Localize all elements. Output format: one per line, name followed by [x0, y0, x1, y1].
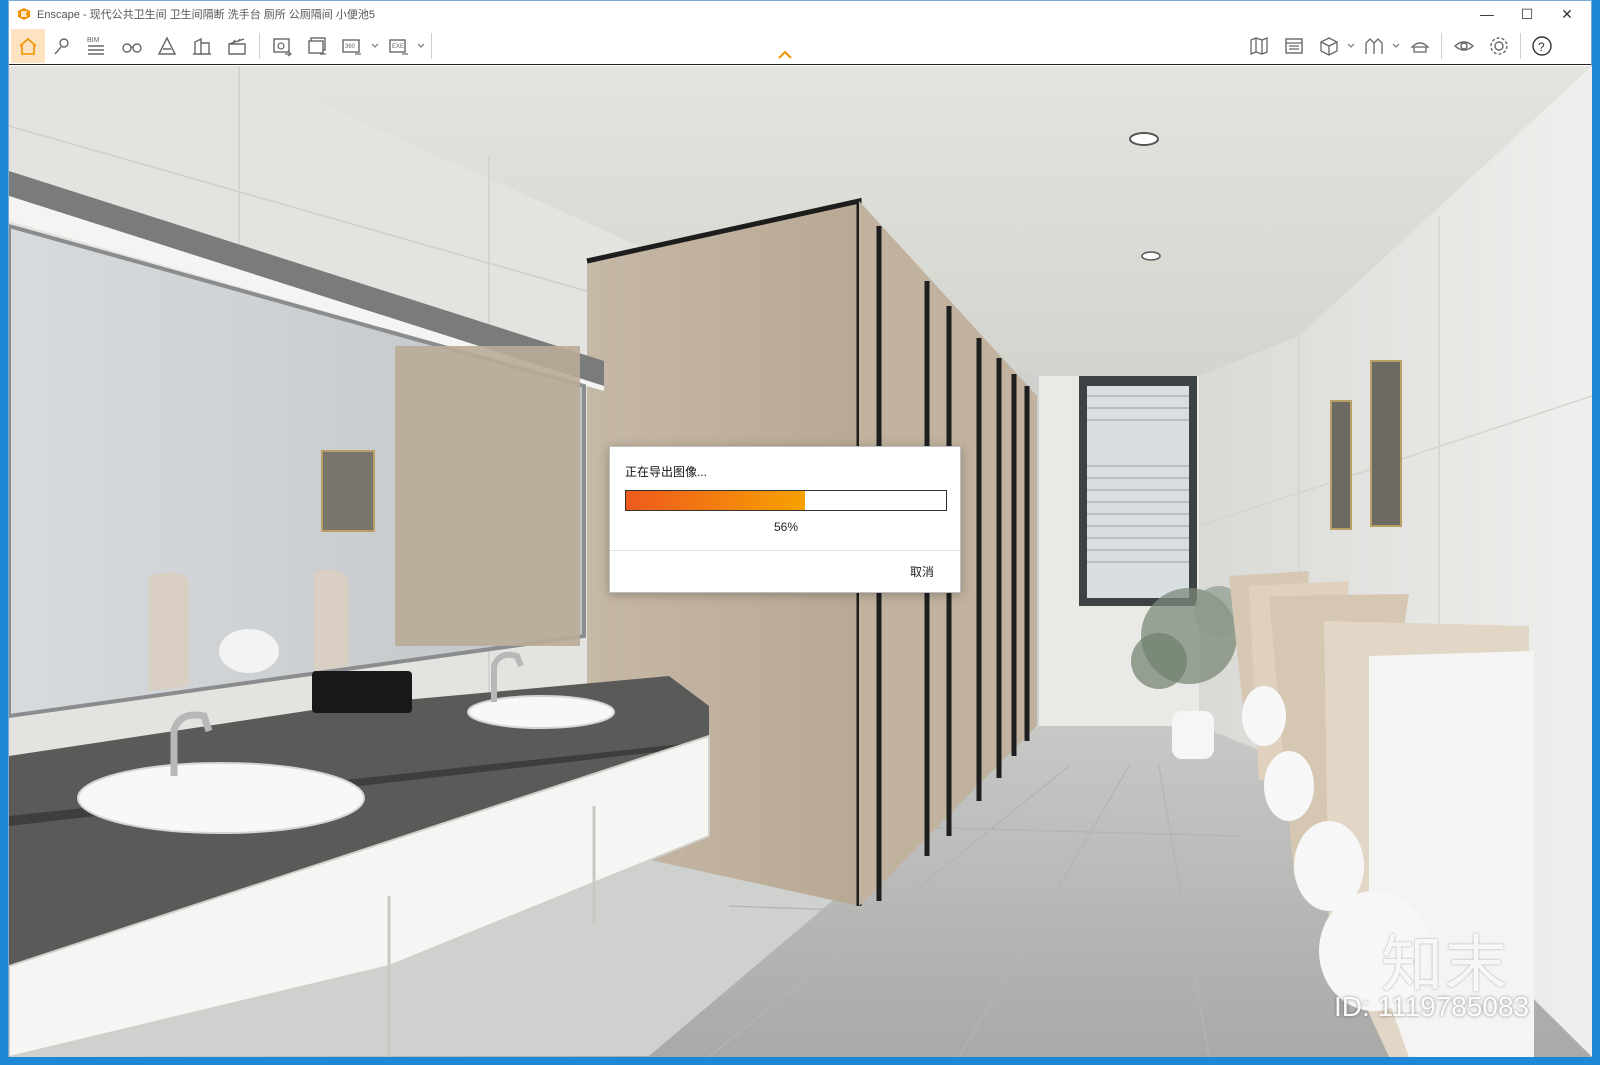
toolbar: BIM 360 EXE ?: [9, 27, 1591, 65]
toolbar-separator: [431, 33, 432, 59]
eye-icon: [1453, 41, 1475, 51]
map-button[interactable]: [1244, 31, 1274, 61]
export-exe-icon: EXE: [389, 39, 408, 55]
toolbar-separator: [1520, 33, 1521, 59]
chevron-up-icon[interactable]: [777, 49, 793, 61]
settings-button[interactable]: [1484, 31, 1514, 61]
location-button[interactable]: [47, 31, 77, 61]
visual-settings-button[interactable]: [1359, 31, 1389, 61]
batch-render-icon: [308, 37, 326, 55]
svg-text:?: ?: [1538, 40, 1545, 54]
maximize-button[interactable]: ☐: [1507, 1, 1547, 27]
building-icon: [193, 37, 211, 55]
enscape-logo-icon: [18, 8, 30, 20]
toolbar-separator: [259, 33, 260, 59]
export-progress-dialog: 正在导出图像... 56% 取消: [609, 446, 961, 593]
window-title: Enscape - 现代公共卫生间 卫生间隔断 洗手台 厕所 公厕隔间 小便池5: [37, 9, 375, 21]
screenshot-button[interactable]: [267, 31, 297, 61]
maximize-icon: ☐: [1520, 5, 1534, 22]
toolbar-separator: [1441, 33, 1442, 59]
hat-icon: [1410, 42, 1430, 53]
help-icon: ?: [1532, 36, 1552, 56]
home-button[interactable]: [11, 29, 45, 63]
dialog-divider: [610, 550, 960, 551]
asset-library-icon: [1285, 38, 1303, 54]
visual-settings-icon: [1365, 38, 1383, 54]
minimize-button[interactable]: —: [1467, 1, 1507, 27]
walk-mode-button[interactable]: [117, 31, 147, 61]
export-exe-button[interactable]: EXE: [384, 31, 414, 61]
title-bar: Enscape - 现代公共卫生间 卫生间隔断 洗手台 厕所 公厕隔间 小便池5…: [9, 1, 1591, 27]
help-button[interactable]: ?: [1527, 31, 1557, 61]
chevron-down-icon[interactable]: [1346, 41, 1356, 51]
material-cube-icon: [1320, 37, 1338, 56]
bim-button[interactable]: BIM: [81, 31, 111, 61]
close-button[interactable]: ✕: [1547, 1, 1587, 27]
desktop-frame: Enscape - 现代公共卫生间 卫生间隔断 洗手台 厕所 公厕隔间 小便池5…: [0, 0, 1600, 1065]
batch-render-button[interactable]: [302, 31, 332, 61]
location-pin-icon: [54, 38, 69, 55]
mountain-icon: [157, 36, 177, 55]
binoculars-icon: [122, 43, 142, 53]
panorama-button[interactable]: 360: [337, 31, 367, 61]
material-button[interactable]: [1314, 31, 1344, 61]
asset-library-button[interactable]: [1279, 31, 1309, 61]
progress-percent: 56%: [773, 520, 799, 534]
views-button[interactable]: [187, 31, 217, 61]
progress-bar-fill: [626, 491, 806, 510]
panorama-360-icon: 360: [342, 39, 361, 55]
chevron-down-icon[interactable]: [370, 41, 380, 51]
home-icon: [19, 37, 37, 55]
fly-mode-button[interactable]: [152, 31, 182, 61]
bim-icon: BIM: [87, 37, 104, 55]
clapper-icon: [228, 38, 246, 55]
vr-headset-button[interactable]: [1405, 31, 1435, 61]
progress-bar: [625, 490, 947, 511]
visibility-button[interactable]: [1449, 31, 1479, 61]
chevron-down-icon[interactable]: [1391, 41, 1401, 51]
minimize-icon: —: [1480, 6, 1494, 22]
cancel-button[interactable]: 取消: [910, 563, 934, 580]
dialog-title: 正在导出图像...: [625, 465, 708, 479]
map-icon: [1250, 37, 1268, 55]
close-icon: ✕: [1561, 5, 1573, 22]
svg-text:360: 360: [345, 44, 356, 50]
enscape-window: Enscape - 现代公共卫生间 卫生间隔断 洗手台 厕所 公厕隔间 小便池5…: [8, 0, 1592, 1057]
svg-text:BIM: BIM: [87, 37, 100, 44]
screenshot-icon: [273, 38, 292, 57]
gear-icon: [1490, 37, 1508, 55]
chevron-down-icon[interactable]: [416, 41, 426, 51]
svg-text:EXE: EXE: [392, 44, 404, 50]
watermark-id: ID: 1119785083: [1334, 991, 1530, 1022]
video-editor-button[interactable]: [222, 31, 252, 61]
render-viewport[interactable]: 知末 ID: 1119785083 正在导出图像... 56% 取消: [9, 66, 1592, 1057]
